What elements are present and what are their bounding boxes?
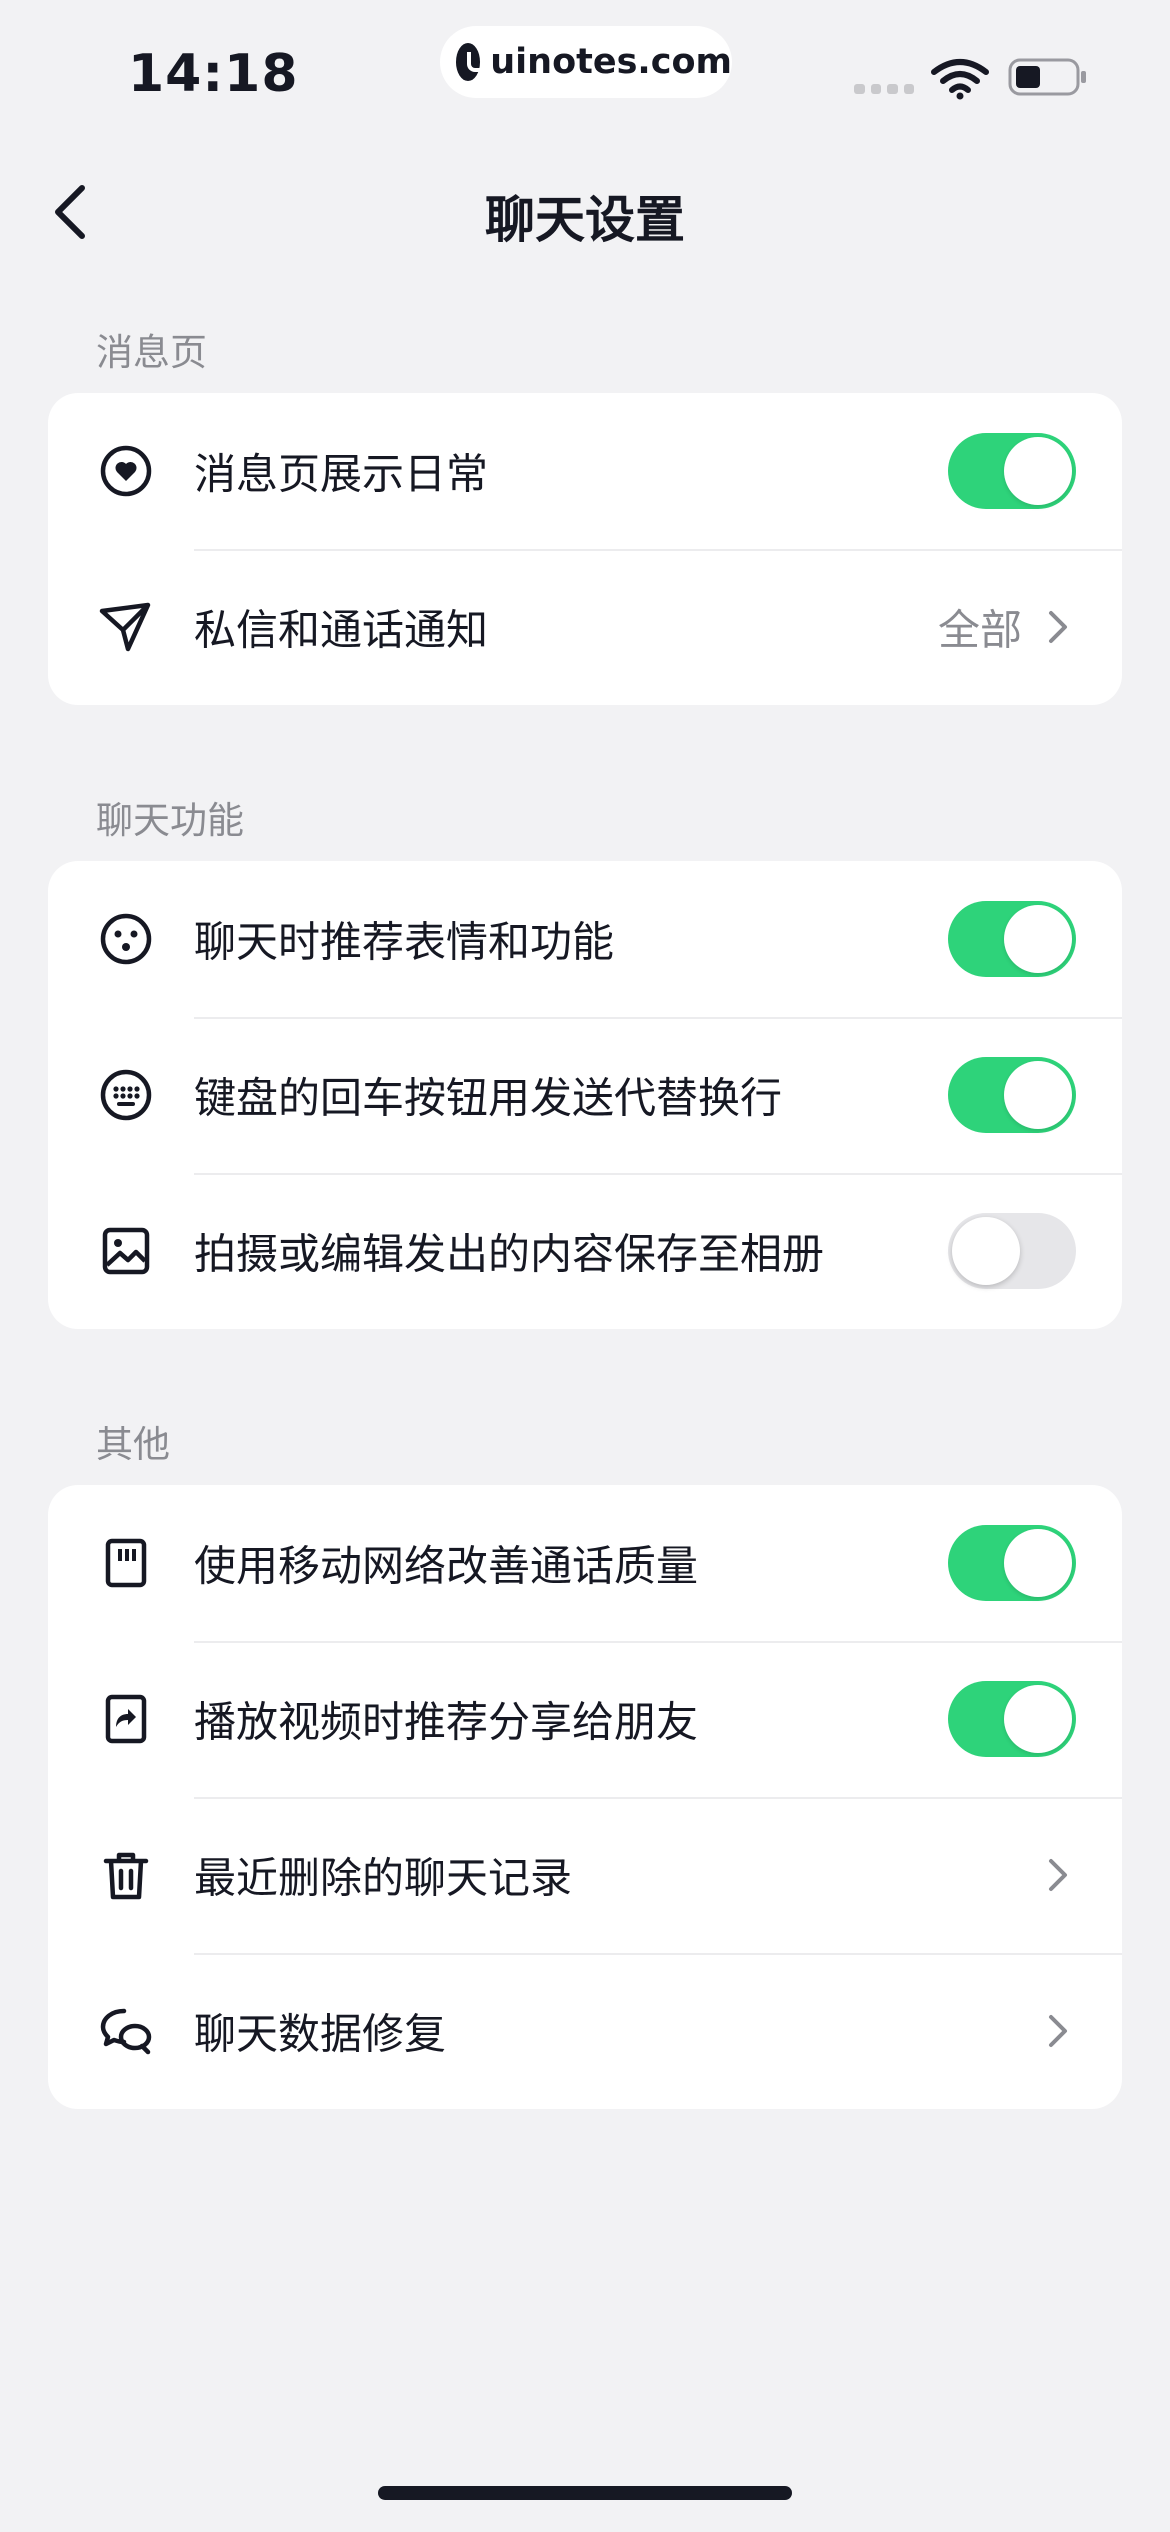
status-bar: 14:18 uinotes.com xyxy=(0,0,1170,130)
setting-label: 消息页展示日常 xyxy=(194,449,489,499)
watermark-badge: uinotes.com xyxy=(440,26,732,98)
wifi-icon xyxy=(931,59,989,100)
setting-label: 最近删除的聊天记录 xyxy=(194,1853,573,1903)
recommend-emoji-toggle[interactable] xyxy=(948,901,1076,977)
keyboard-icon xyxy=(98,1067,154,1123)
section-label-other: 其他 xyxy=(96,1423,170,1466)
save-to-album-toggle[interactable] xyxy=(948,1213,1076,1289)
home-indicator[interactable] xyxy=(378,2486,792,2500)
settings-card-chat-features: 聊天时推荐表情和功能 键盘的回车按钮用发送代替换行 拍摄或编辑发出的内容保存至相… xyxy=(48,861,1122,1329)
settings-card-message-page: 消息页展示日常 私信和通话通知 全部 xyxy=(48,393,1122,705)
chevron-right-icon xyxy=(1049,1859,1067,1891)
setting-row-enter-to-send: 键盘的回车按钮用发送代替换行 xyxy=(48,1017,1122,1173)
battery-icon xyxy=(1008,58,1086,96)
smiley-icon xyxy=(98,911,154,967)
enter-to-send-toggle[interactable] xyxy=(948,1057,1076,1133)
setting-label: 聊天时推荐表情和功能 xyxy=(194,917,615,967)
send-icon xyxy=(98,599,154,655)
setting-row-recently-deleted[interactable]: 最近删除的聊天记录 xyxy=(48,1797,1122,1953)
setting-row-save-to-album: 拍摄或编辑发出的内容保存至相册 xyxy=(48,1173,1122,1329)
setting-label: 使用移动网络改善通话质量 xyxy=(194,1541,699,1591)
page-title: 聊天设置 xyxy=(485,191,685,249)
setting-row-recommend-emoji: 聊天时推荐表情和功能 xyxy=(48,861,1122,1017)
setting-row-show-daily: 消息页展示日常 xyxy=(48,393,1122,549)
watermark-logo-icon xyxy=(456,43,492,81)
setting-label: 拍摄或编辑发出的内容保存至相册 xyxy=(194,1229,825,1279)
share-suggest-toggle[interactable] xyxy=(948,1681,1076,1757)
status-time: 14:18 xyxy=(128,44,299,104)
mobile-network-call-toggle[interactable] xyxy=(948,1525,1076,1601)
setting-value: 全部 xyxy=(937,605,1022,655)
settings-card-other: 使用移动网络改善通话质量 播放视频时推荐分享给朋友 最近删除的聊天记录 聊天数据… xyxy=(48,1485,1122,2109)
setting-label: 私信和通话通知 xyxy=(194,605,489,655)
chevron-right-icon xyxy=(1049,611,1067,643)
trash-icon xyxy=(98,1847,154,1903)
chevron-right-icon xyxy=(1049,2015,1067,2047)
setting-row-mobile-network-call: 使用移动网络改善通话质量 xyxy=(48,1485,1122,1641)
setting-row-share-suggest: 播放视频时推荐分享给朋友 xyxy=(48,1641,1122,1797)
setting-label: 播放视频时推荐分享给朋友 xyxy=(194,1697,699,1747)
setting-label: 聊天数据修复 xyxy=(194,2009,447,2059)
navigation-bar: 聊天设置 xyxy=(0,150,1170,270)
chat-bubbles-icon xyxy=(98,2003,154,2059)
setting-row-chat-data-repair[interactable]: 聊天数据修复 xyxy=(48,1953,1122,2109)
watermark-text: uinotes.com xyxy=(490,42,732,82)
section-label-message-page: 消息页 xyxy=(96,331,207,374)
sim-card-icon xyxy=(98,1535,154,1591)
section-label-chat-features: 聊天功能 xyxy=(96,799,244,842)
show-daily-toggle[interactable] xyxy=(948,433,1076,509)
cellular-signal-icon xyxy=(854,84,914,94)
setting-row-dm-call-notify[interactable]: 私信和通话通知 全部 xyxy=(48,549,1122,705)
share-icon xyxy=(98,1691,154,1747)
setting-label: 键盘的回车按钮用发送代替换行 xyxy=(194,1073,783,1123)
image-icon xyxy=(98,1223,154,1279)
heart-circle-icon xyxy=(98,443,154,499)
